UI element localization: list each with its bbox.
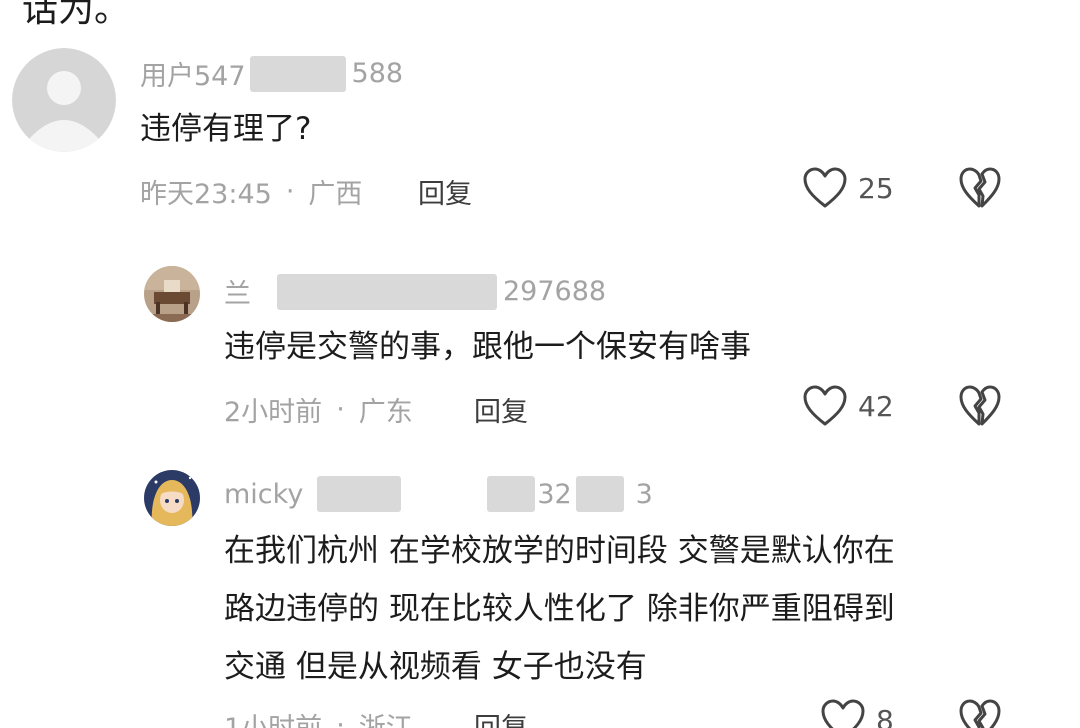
comment-location: 浙江: [359, 706, 413, 728]
username-redaction: [277, 273, 497, 310]
username-suffix: 297688: [503, 276, 607, 307]
comment-username[interactable]: micky 32 3: [224, 476, 653, 512]
comment-time: 昨天23:45: [140, 179, 272, 210]
comment-time: 2小时前: [224, 397, 323, 428]
username-prefix: micky: [224, 478, 304, 510]
like-button[interactable]: 42: [802, 384, 894, 428]
like-count: 42: [858, 389, 894, 423]
broken-heart-icon: [959, 699, 1001, 728]
previous-comment-fragment: 话为。: [22, 0, 131, 30]
dislike-button[interactable]: [958, 166, 1002, 210]
user-avatar[interactable]: [144, 470, 200, 526]
reply-button[interactable]: 回复: [474, 706, 528, 728]
comment-text-line: 交通 但是从视频看 女子也没有: [224, 649, 647, 685]
comment-location: 广西: [308, 179, 363, 210]
heart-outline-icon: [821, 699, 865, 728]
comment-meta: 昨天23:45 · 广西: [140, 172, 362, 211]
meta-separator: ·: [336, 710, 345, 728]
username-redaction: [575, 476, 624, 512]
dislike-button[interactable]: [958, 384, 1002, 428]
comment-time: 1小时前: [224, 706, 322, 728]
username-mid: 32: [537, 478, 572, 510]
comment-location: 广东: [358, 397, 413, 428]
comment-username[interactable]: 用户547 588: [140, 54, 403, 93]
comment-text: 违停是交警的事，跟他一个保安有啥事: [224, 329, 751, 365]
heart-outline-icon: [803, 385, 847, 426]
dislike-button[interactable]: [958, 698, 1002, 728]
meta-separator: ·: [336, 394, 345, 425]
like-count: 25: [858, 171, 894, 205]
comment-text: 违停有理了?: [140, 111, 312, 147]
like-button[interactable]: 8: [820, 698, 894, 728]
room-photo-avatar-icon: [144, 266, 200, 322]
comment-meta: 2小时前 · 广东: [224, 390, 413, 429]
username-redaction: [487, 476, 536, 512]
reply-button[interactable]: 回复: [418, 172, 472, 211]
user-avatar[interactable]: [12, 48, 116, 152]
username-redaction: [317, 476, 402, 512]
broken-heart-icon: [959, 167, 1001, 208]
user-avatar[interactable]: [144, 266, 200, 322]
heart-outline-icon: [803, 167, 847, 208]
comment-username[interactable]: 兰 297688: [224, 272, 606, 311]
comment-text-line: 在我们杭州 在学校放学的时间段 交警是默认你在: [224, 533, 895, 569]
meta-separator: ·: [285, 176, 295, 207]
default-avatar-icon: [12, 48, 116, 152]
anime-girl-avatar-icon: [144, 470, 200, 526]
broken-heart-icon: [959, 385, 1001, 426]
like-button[interactable]: 25: [802, 166, 894, 210]
username-redaction: [249, 55, 346, 92]
comment-text-line: 路边违停的 现在比较人性化了 除非你严重阻碍到: [224, 591, 895, 627]
username-suffix: 3: [635, 478, 653, 510]
comment-meta: 1小时前 · 浙江: [224, 706, 413, 728]
comment-text: 在我们杭州 在学校放学的时间段 交警是默认你在 路边违停的 现在比较人性化了 除…: [224, 522, 895, 696]
username-prefix: 兰: [224, 279, 251, 310]
username-suffix: 588: [351, 58, 404, 89]
reply-button[interactable]: 回复: [474, 390, 528, 429]
username-prefix: 用户547: [140, 61, 246, 92]
like-count: 8: [876, 703, 894, 728]
